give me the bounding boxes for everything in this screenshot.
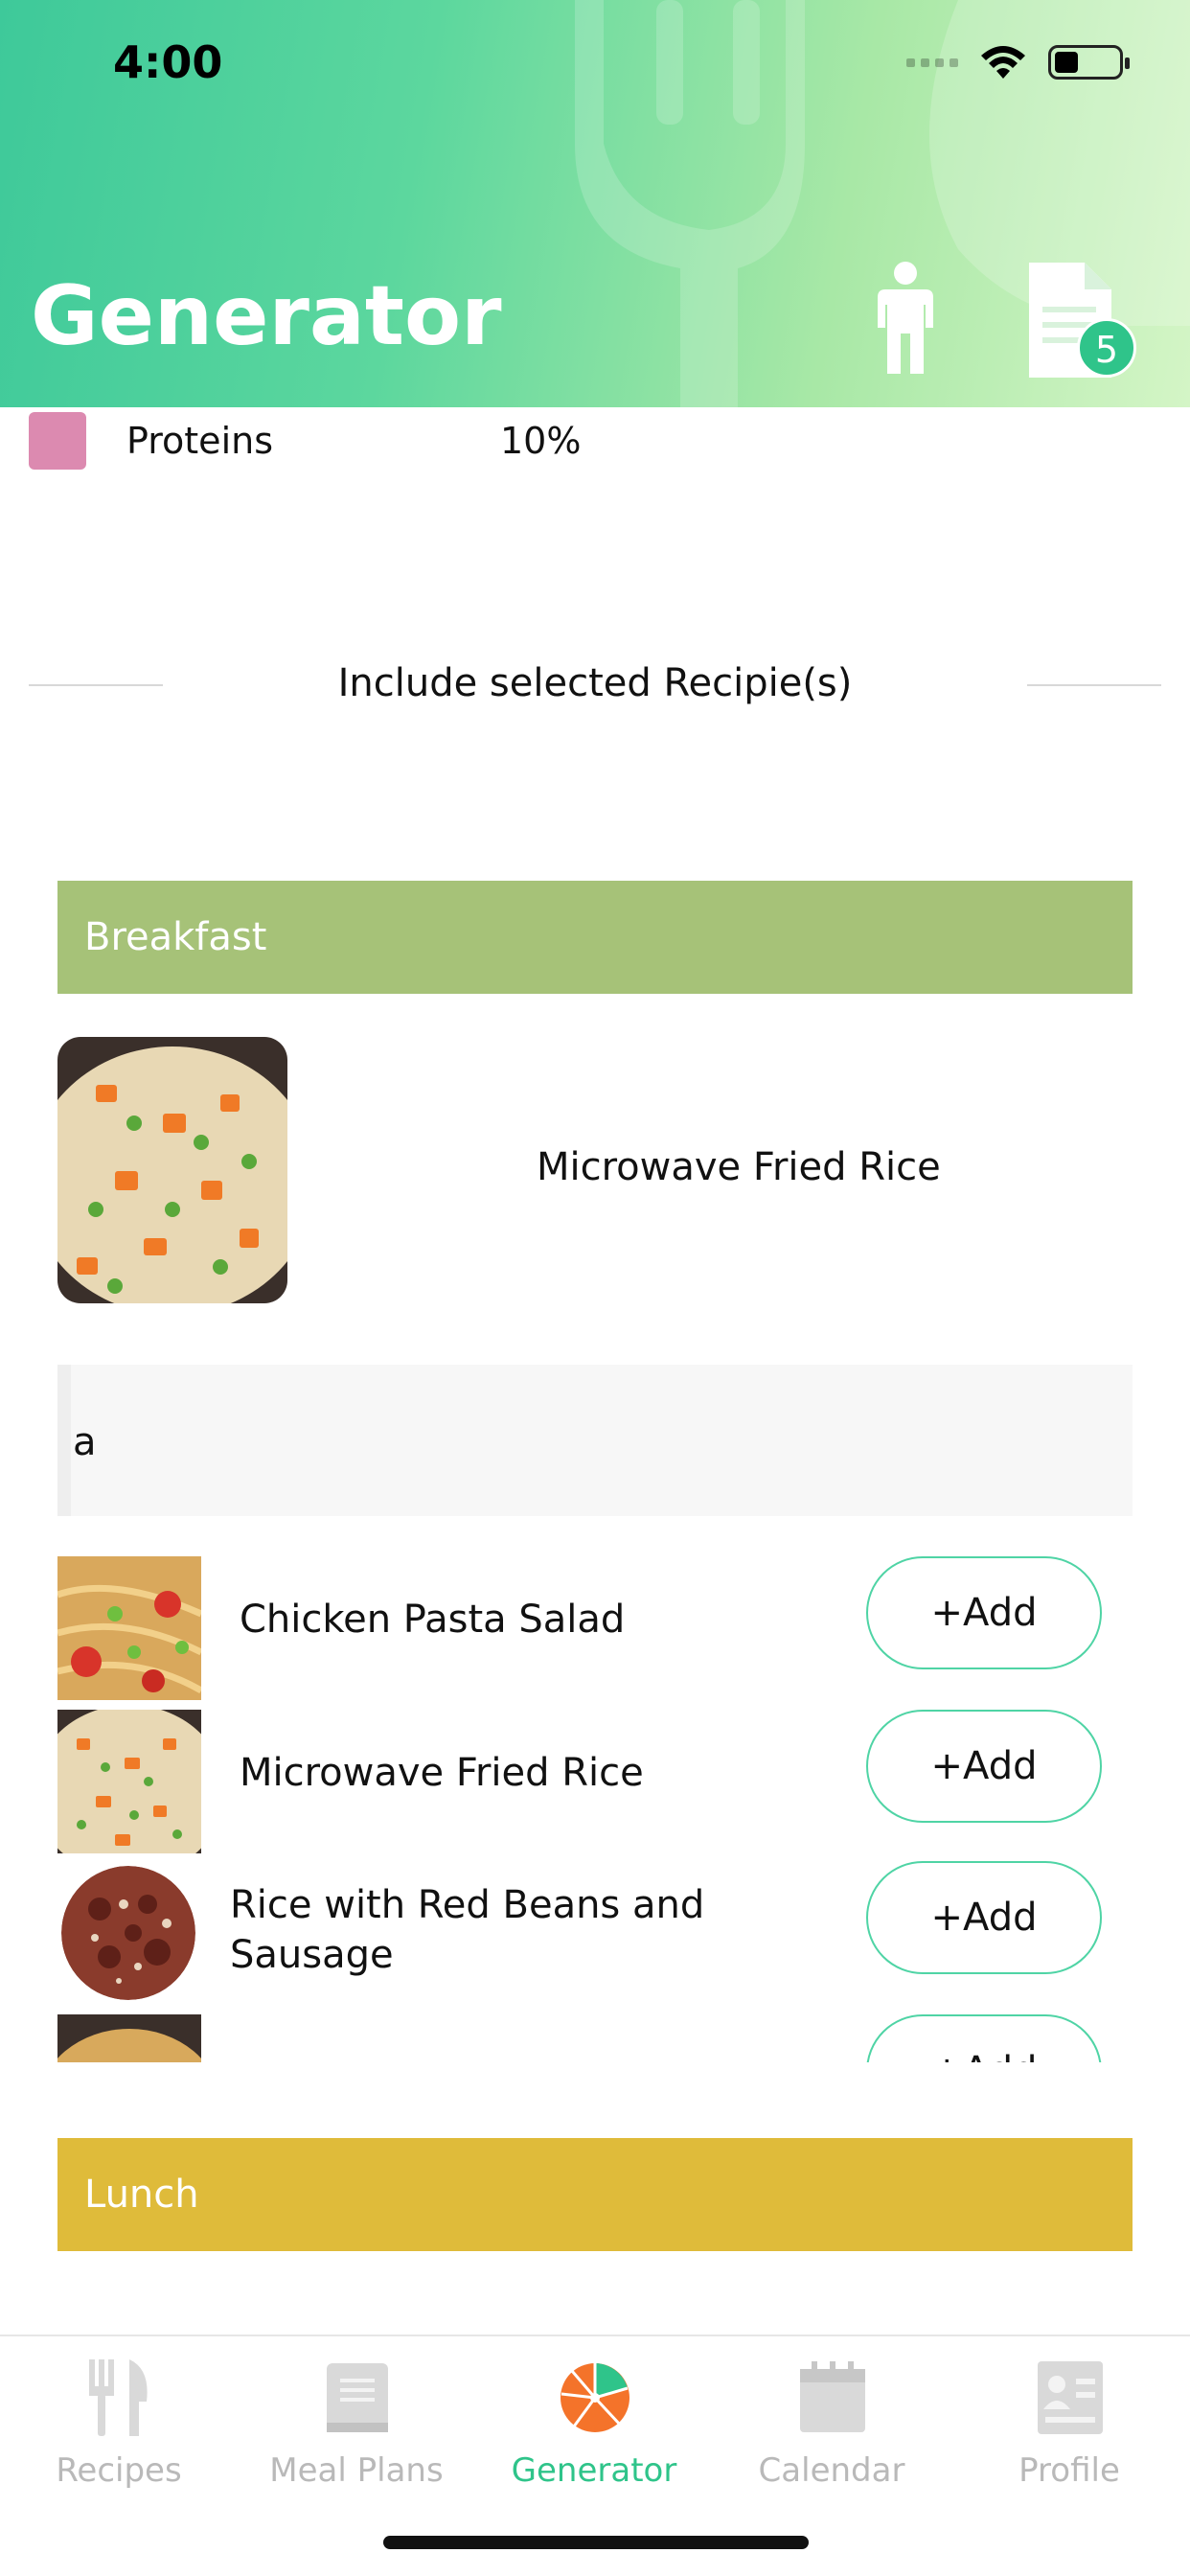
person-icon[interactable]: [872, 261, 939, 374]
recipe-name: Microwave Fried Rice: [240, 1751, 644, 1795]
tab-label: Generator: [511, 2451, 677, 2490]
page-title: Generator: [31, 268, 502, 364]
recipe-thumbnail: [57, 1710, 201, 1853]
signal-icon: [906, 58, 958, 67]
orange-slice-icon: [561, 2363, 629, 2432]
legend-swatch: [29, 412, 86, 470]
status-time: 4:00: [113, 36, 223, 88]
section-title: Include selected Recipie(s): [337, 661, 853, 705]
recipe-thumbnail: [57, 1556, 201, 1700]
tab-label: Profile: [1018, 2451, 1120, 2490]
divider-right: [1027, 684, 1161, 686]
wifi-icon: [981, 46, 1025, 79]
selected-recipe-title: Microwave Fried Rice: [537, 1145, 941, 1189]
tab-label: Meal Plans: [269, 2451, 444, 2490]
calendar-icon: [800, 2361, 865, 2432]
tab-meal-plans[interactable]: Meal Plans: [238, 2346, 475, 2528]
legend-value: 10%: [500, 420, 582, 462]
fork-knife-icon: [89, 2359, 148, 2436]
list-item: Microwave Fried Rice +Add: [0, 1710, 1190, 1853]
list-item: Chicken Pasta Salad +Add: [0, 1556, 1190, 1700]
recipe-thumbnail: [61, 1866, 195, 2000]
add-recipe-button[interactable]: +Add: [866, 2014, 1102, 2062]
add-recipe-button[interactable]: +Add: [866, 1556, 1102, 1669]
fork-decoration-icon: [575, 0, 805, 407]
cart-count-badge: 5: [1077, 318, 1136, 378]
lunch-header[interactable]: Lunch: [57, 2138, 1133, 2251]
legend-row: Proteins 10%: [29, 412, 581, 470]
recipe-thumbnail: [57, 2014, 201, 2062]
tab-generator[interactable]: Generator: [475, 2346, 713, 2528]
tab-label: Calendar: [758, 2451, 905, 2490]
battery-icon: [1048, 45, 1130, 80]
list-item: +Add: [0, 2014, 1190, 2062]
recipe-search-input[interactable]: [73, 1409, 1031, 1476]
id-card-icon: [1038, 2361, 1103, 2434]
recipe-name: Chicken Pasta Salad: [240, 1598, 626, 1642]
status-icons: [906, 44, 1130, 80]
recipe-results-list[interactable]: Chicken Pasta Salad +Add Microwave Fried…: [0, 1552, 1190, 2062]
book-icon: [327, 2363, 388, 2432]
add-recipe-button[interactable]: +Add: [866, 1710, 1102, 1823]
tab-profile[interactable]: Profile: [950, 2346, 1188, 2528]
header: 4:00 Generator 5: [0, 0, 1190, 407]
tab-recipes[interactable]: Recipes: [0, 2346, 238, 2528]
list-item: Rice with Red Beans and Sausage +Add: [0, 1861, 1190, 2005]
tab-calendar[interactable]: Calendar: [713, 2346, 950, 2528]
add-recipe-button[interactable]: +Add: [866, 1861, 1102, 1974]
selected-recipe-image[interactable]: [57, 1037, 287, 1303]
breakfast-header[interactable]: Breakfast: [57, 881, 1133, 994]
recipe-name: Rice with Red Beans and Sausage: [230, 1883, 705, 1977]
tab-label: Recipes: [56, 2451, 182, 2490]
home-indicator: [383, 2536, 809, 2549]
legend-label: Proteins: [126, 420, 274, 462]
